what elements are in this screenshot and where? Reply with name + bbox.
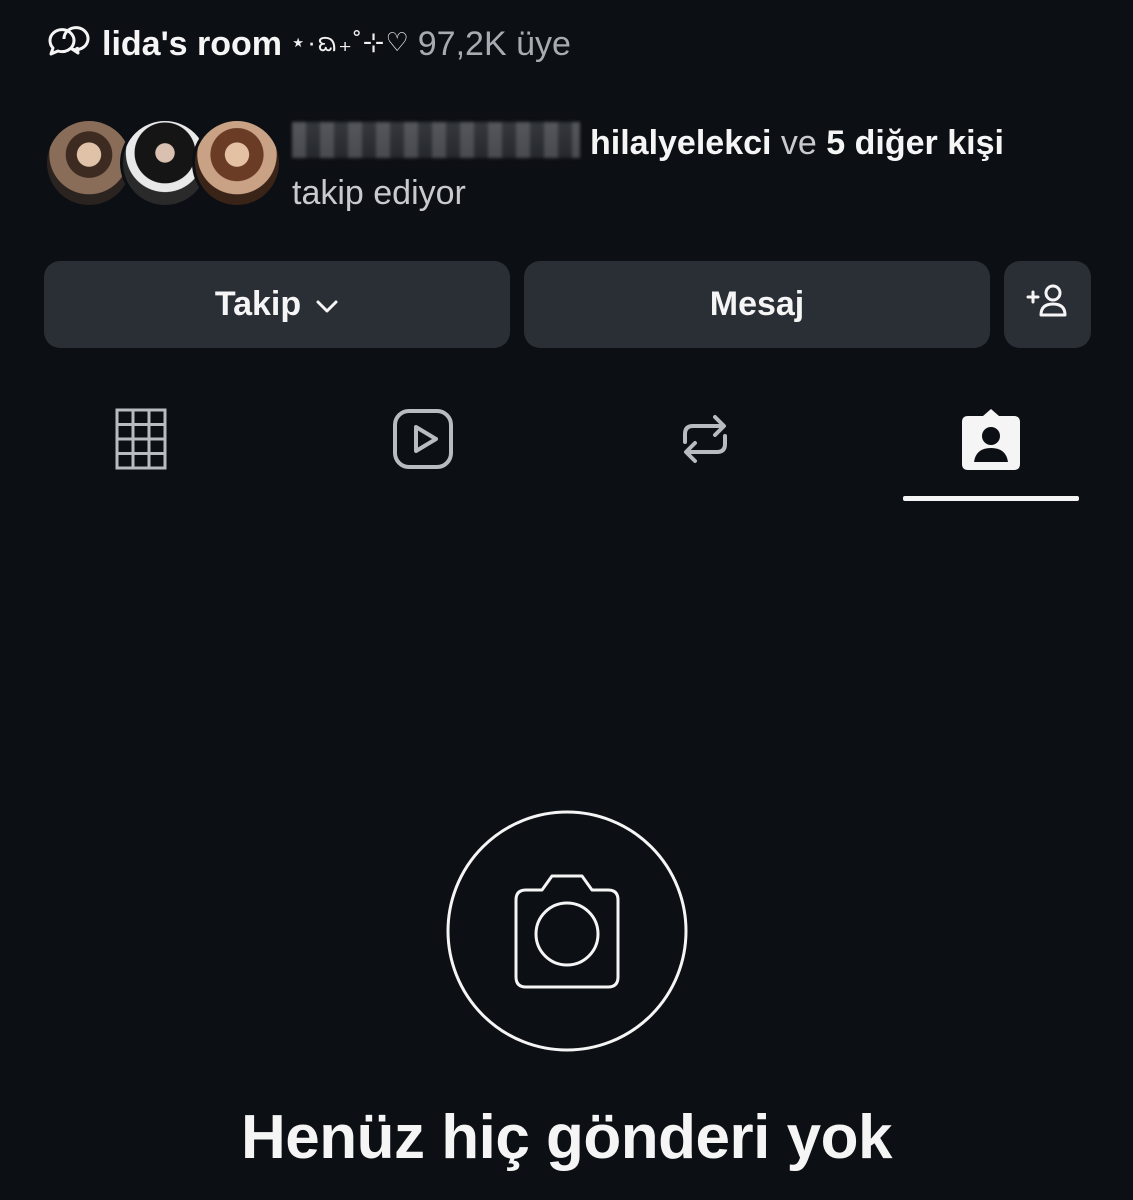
camera-icon — [446, 810, 688, 1056]
blurred-username — [292, 122, 580, 158]
follows-suffix: takip ediyor — [292, 174, 466, 212]
follow-button-label: Takip — [214, 285, 302, 323]
conjunction-text: ve — [780, 124, 817, 162]
channel-chat-icon — [44, 24, 90, 64]
avatar — [192, 118, 282, 208]
followed-by-row[interactable]: hilalyelekci ve 5 diğer kişi takip ediyo… — [44, 118, 1104, 218]
follower-avatars — [44, 118, 282, 210]
tab-reposts[interactable] — [617, 390, 793, 500]
active-tab-indicator — [903, 496, 1079, 501]
profile-tabs — [0, 390, 1133, 505]
follow-button[interactable]: Takip — [44, 261, 510, 348]
grid-icon — [115, 408, 167, 475]
profile-page: lida's room ⋆·ᨳ₊˚⊹♡ 97,2K üye hilalyelek… — [0, 0, 1133, 1200]
known-follower-name[interactable]: hilalyelekci — [590, 124, 771, 162]
reels-icon — [392, 408, 454, 475]
repost-icon — [677, 408, 733, 475]
empty-state-icon — [446, 810, 688, 1052]
message-button[interactable]: Mesaj — [524, 261, 990, 348]
add-person-icon — [1026, 282, 1070, 327]
tagged-icon — [960, 408, 1022, 477]
profile-actions: Takip Mesaj — [44, 261, 1091, 348]
channel-member-count: 97,2K üye — [417, 24, 571, 63]
channel-row[interactable]: lida's room ⋆·ᨳ₊˚⊹♡ 97,2K üye — [44, 22, 571, 66]
followed-by-text: hilalyelekci ve 5 diğer kişi takip ediyo… — [292, 118, 1104, 218]
other-followers-count[interactable]: 5 diğer kişi — [826, 124, 1004, 162]
tab-posts[interactable] — [53, 390, 229, 500]
tab-reels[interactable] — [335, 390, 511, 500]
empty-state-title: Henüz hiç gönderi yok — [241, 1103, 892, 1172]
channel-name[interactable]: lida's room — [102, 25, 282, 64]
message-button-label: Mesaj — [709, 285, 805, 323]
add-person-button[interactable] — [1004, 261, 1091, 348]
tab-tagged[interactable] — [903, 390, 1079, 500]
channel-decoration: ⋆·ᨳ₊˚⊹♡ — [290, 27, 410, 57]
chevron-down-icon — [315, 285, 339, 324]
